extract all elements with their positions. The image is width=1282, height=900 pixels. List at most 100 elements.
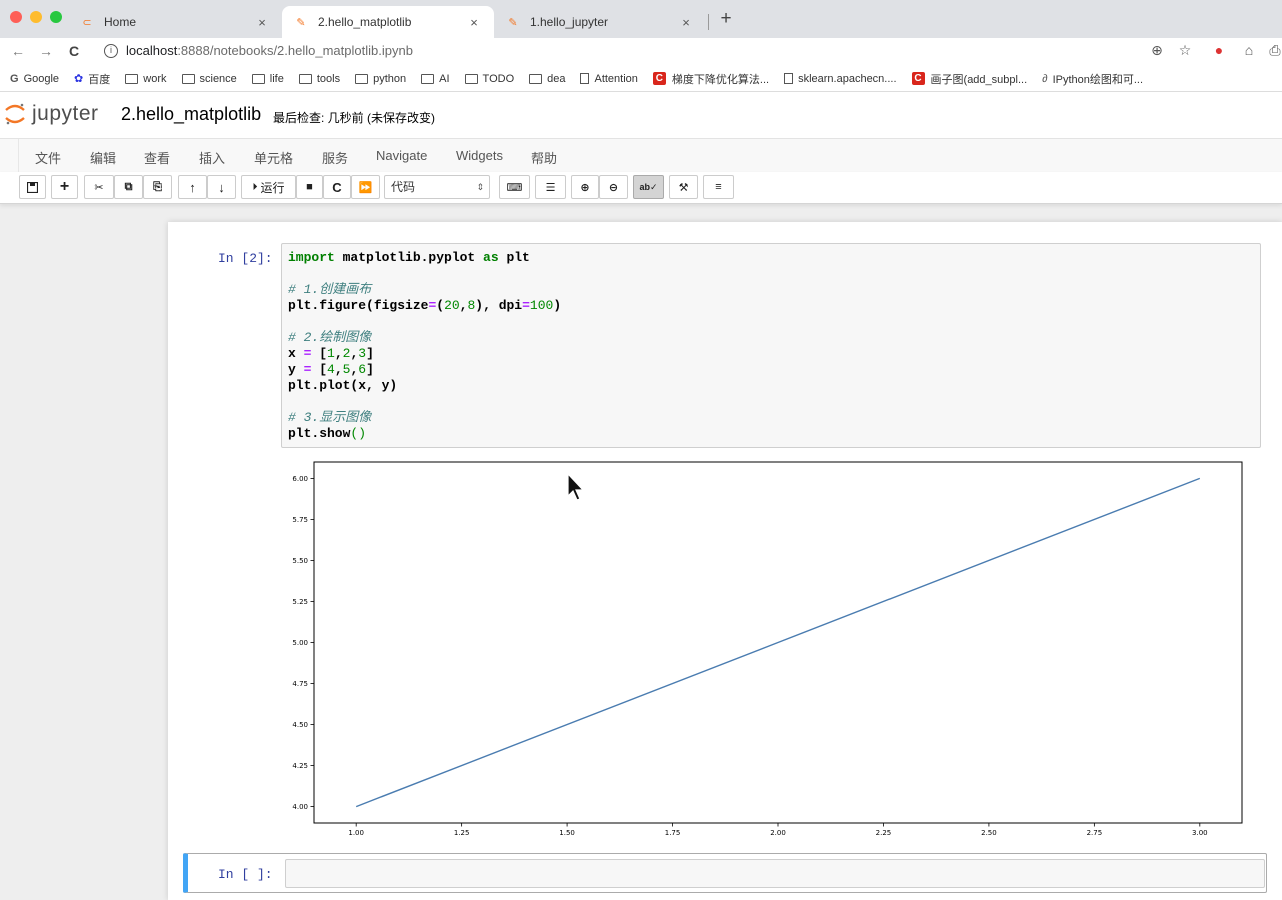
menu-item[interactable]: Widgets [456, 148, 503, 163]
tab-title: 1.hello_jupyter [530, 15, 609, 29]
site-info-icon[interactable]: i [104, 44, 118, 58]
code-token: [ [311, 362, 328, 377]
insert-cell-plus-icon[interactable]: + [51, 175, 78, 199]
extension-icon[interactable]: ● [1210, 42, 1228, 58]
bookmark-item[interactable]: ∂ IPython绘图和可... [1042, 71, 1143, 87]
url-path: :8888/notebooks/2.hello_matplotlib.ipynb [177, 43, 413, 58]
google-icon: G [10, 72, 19, 85]
browser-tab-home[interactable]: ⊂ Home × [68, 6, 282, 38]
bookmark-label: work [143, 72, 167, 85]
keyboard-icon[interactable]: ⌨ [499, 175, 530, 199]
bookmark-star-icon[interactable]: ☆ [1176, 42, 1194, 59]
move-up-arrow-icon[interactable]: ↑ [178, 175, 207, 199]
bookmark-item[interactable]: G Google [10, 73, 59, 85]
spellcheck-icon[interactable]: ab✓ [633, 175, 664, 199]
paste-icon[interactable]: ⎘ [143, 175, 172, 199]
save-icon[interactable] [19, 175, 46, 199]
menu-item[interactable]: 插入 [199, 148, 225, 167]
reading-list-icon[interactable]: ⌂ [1240, 42, 1258, 58]
x-tick-label: 1.00 [348, 829, 364, 837]
folder-icon [181, 73, 195, 84]
menu-item[interactable]: 帮助 [531, 148, 557, 167]
keyword: as [483, 250, 499, 265]
folder-icon [464, 73, 478, 84]
cell-type-select[interactable]: 代码 ⇕ [384, 175, 490, 199]
bookmark-item[interactable]: tools [298, 73, 340, 85]
code-token: matplotlib.pyplot [334, 250, 484, 265]
back-arrow-icon[interactable]: ← [8, 41, 28, 61]
code-comment: # 3.显示图像 [288, 410, 372, 425]
y-tick-label: 4.75 [292, 680, 308, 688]
menu-item[interactable]: 查看 [144, 148, 170, 167]
code-cell-editor[interactable] [285, 859, 1265, 888]
bookmark-label: life [269, 72, 284, 85]
move-down-arrow-icon[interactable]: ↓ [207, 175, 236, 199]
bookmark-item[interactable]: science [181, 72, 237, 85]
code-token: plt [498, 250, 530, 265]
jupyter-brand[interactable]: jupyter [32, 102, 99, 126]
zoom-icon[interactable]: ⊕ [1148, 42, 1166, 59]
run-button[interactable]: ⏵ 运行 [241, 175, 296, 199]
bookmark-item[interactable]: TODO [464, 72, 515, 85]
jupyter-favicon-icon: ⊂ [82, 16, 92, 29]
bookmark-item[interactable]: AI [421, 73, 450, 85]
zoom-out-icon[interactable]: ⊖ [599, 175, 628, 199]
menu-item[interactable]: 编辑 [90, 148, 116, 167]
cut-scissors-icon[interactable]: ✂ [84, 175, 114, 199]
address-bar[interactable]: i localhost:8888/notebooks/2.hello_matpl… [104, 41, 413, 61]
code-cell-editor[interactable]: import matplotlib.pyplot as plt # 1.创建画布… [281, 243, 1261, 448]
browser-tab-hello-jupyter[interactable]: ✎ 1.hello_jupyter × [494, 6, 706, 38]
maximize-window-button[interactable] [50, 11, 62, 23]
jupyter-logo-icon[interactable] [4, 101, 26, 127]
browser-tab-hello-matplotlib[interactable]: ✎ 2.hello_matplotlib × [282, 6, 494, 38]
close-window-button[interactable] [10, 11, 22, 23]
x-tick-label: 2.75 [1087, 829, 1103, 837]
csdn-icon: C [652, 72, 666, 85]
code-token: [ [311, 346, 328, 361]
menu-item[interactable]: 文件 [35, 148, 61, 167]
bookmark-item[interactable]: work [125, 72, 167, 85]
profile-icon[interactable]: ⎙ [1266, 42, 1282, 59]
code-token: ] [366, 362, 374, 377]
new-tab-button[interactable]: + [716, 8, 736, 30]
bookmark-label: IPython绘图和可... [1052, 73, 1144, 86]
line-numbers-icon[interactable]: ☰ [535, 175, 566, 199]
bookmark-item[interactable]: C 梯度下降优化算法... [652, 71, 769, 87]
restart-icon[interactable]: C [323, 175, 351, 199]
x-tick-label: 2.50 [981, 829, 997, 837]
reload-icon[interactable]: C [64, 41, 84, 61]
interrupt-stop-icon[interactable]: ■ [296, 175, 323, 199]
restart-run-all-icon[interactable]: ⏩ [351, 175, 380, 199]
close-tab-icon[interactable]: × [254, 15, 270, 30]
x-tick-label: 2.25 [876, 829, 892, 837]
copy-icon[interactable]: ⧉ [114, 175, 143, 199]
bookmark-item[interactable]: sklearn.apachecn.... [784, 73, 897, 85]
bookmark-item[interactable]: python [355, 73, 406, 85]
list-toc-icon[interactable]: ≡ [703, 175, 734, 199]
menu-item[interactable]: Navigate [376, 148, 427, 163]
bookmark-label: TODO [482, 72, 515, 85]
close-tab-icon[interactable]: × [466, 15, 482, 30]
bookmark-item[interactable]: dea [529, 73, 565, 85]
selected-empty-cell[interactable]: In [ ]: [183, 853, 1267, 893]
menu-item[interactable]: 单元格 [254, 148, 293, 167]
code-token: plt.show [288, 426, 351, 441]
notebook-title[interactable]: 2.hello_matplotlib [121, 104, 261, 125]
tab-title: Home [104, 15, 137, 29]
bookmark-item[interactable]: ✿ 百度 [74, 71, 110, 87]
tab-separator [708, 14, 709, 30]
zoom-in-icon[interactable]: ⊕ [571, 175, 599, 199]
close-tab-icon[interactable]: × [678, 15, 694, 30]
bookmark-label: science [199, 72, 237, 85]
minimize-window-button[interactable] [30, 11, 42, 23]
bookmark-item[interactable]: C 画子图(add_subpl... [911, 71, 1028, 87]
forward-arrow-icon[interactable]: → [36, 41, 56, 61]
menu-item[interactable]: 服务 [322, 148, 348, 167]
bookmark-item[interactable]: Attention [580, 73, 638, 85]
code-comment: # 1.创建画布 [288, 282, 372, 297]
code-token: y [288, 362, 304, 377]
bookmark-item[interactable]: life [251, 72, 284, 85]
y-tick-label: 6.00 [292, 475, 308, 483]
hammer-icon[interactable]: ⚒ [669, 175, 698, 199]
bookmark-label: 画子图(add_subpl... [930, 73, 1028, 86]
